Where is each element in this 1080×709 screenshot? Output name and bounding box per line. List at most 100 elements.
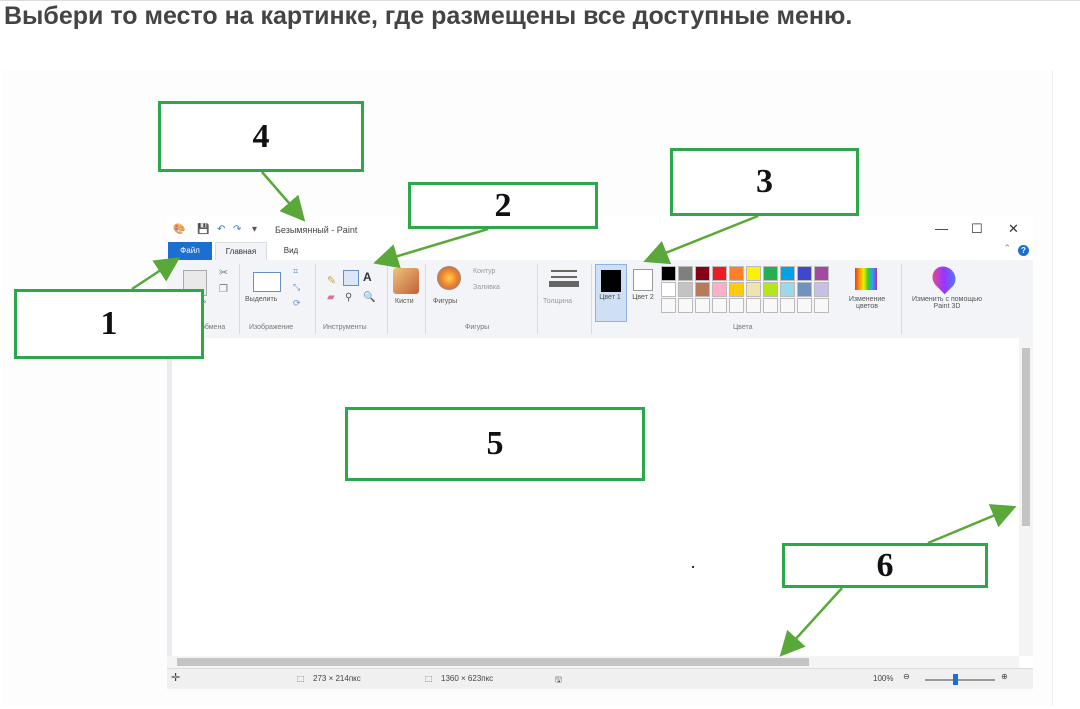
palette-swatch[interactable]: [661, 282, 676, 297]
separator: [901, 264, 902, 334]
palette-swatch[interactable]: [797, 298, 812, 313]
crop-icon[interactable]: ⌗: [293, 266, 298, 277]
color1-selector[interactable]: [595, 264, 627, 322]
palette-swatch[interactable]: [780, 282, 795, 297]
eraser-icon[interactable]: ▰: [327, 292, 335, 303]
pencil-icon[interactable]: ✎: [327, 274, 336, 287]
palette-swatch[interactable]: [695, 266, 710, 281]
text-tool-icon[interactable]: A: [363, 270, 372, 284]
color2-swatch[interactable]: [633, 269, 653, 291]
edit-colors-label[interactable]: Изменение цветов: [839, 296, 895, 310]
zoom-level: 100%: [873, 674, 894, 683]
shapes-group-label: Фигуры: [465, 324, 490, 331]
resize-icon[interactable]: ⤡: [293, 282, 300, 293]
copy-icon[interactable]: ❐: [219, 284, 228, 295]
palette-swatch[interactable]: [814, 282, 829, 297]
size-icon[interactable]: [551, 270, 577, 272]
file-size-icon: 🖫: [555, 675, 562, 684]
brushes-icon[interactable]: [393, 268, 419, 294]
shapes-label[interactable]: Фигуры: [433, 298, 457, 305]
palette-swatch[interactable]: [695, 282, 710, 297]
callout-3[interactable]: 3: [670, 148, 859, 216]
palette-swatch[interactable]: [763, 298, 778, 313]
palette-swatch[interactable]: [712, 282, 727, 297]
brushes-label[interactable]: Кисти: [395, 298, 414, 305]
edit-colors-icon[interactable]: [855, 268, 877, 290]
minimize-button[interactable]: —: [935, 221, 948, 236]
tab-file[interactable]: Файл: [168, 242, 212, 260]
horizontal-scrollbar[interactable]: [167, 656, 1019, 668]
magnifier-icon[interactable]: 🔍: [363, 292, 375, 303]
palette-swatch[interactable]: [729, 282, 744, 297]
zoom-slider[interactable]: [925, 679, 995, 681]
shapes-icon[interactable]: [437, 266, 461, 290]
top-rule: [0, 0, 1080, 1]
fill-button[interactable]: Заливка: [473, 284, 500, 291]
zoom-in-icon[interactable]: ⊕: [1001, 672, 1008, 681]
separator: [591, 264, 592, 334]
collapse-ribbon-icon[interactable]: ⌃: [1003, 243, 1011, 254]
drawing-canvas[interactable]: [167, 338, 1024, 656]
vertical-scroll-thumb[interactable]: [1022, 348, 1030, 526]
palette-swatch[interactable]: [780, 266, 795, 281]
palette-swatch[interactable]: [814, 266, 829, 281]
tools-group-label: Инструменты: [323, 324, 367, 331]
select-label[interactable]: Выделить: [245, 296, 277, 303]
palette-swatch[interactable]: [746, 282, 761, 297]
palette-swatch[interactable]: [678, 298, 693, 313]
palette-swatch[interactable]: [797, 266, 812, 281]
clipboard-group-label: обмена: [201, 324, 226, 331]
save-icon[interactable]: 💾: [197, 224, 209, 235]
select-icon[interactable]: [253, 272, 281, 292]
zoom-slider-thumb[interactable]: [953, 674, 958, 685]
callout-2[interactable]: 2: [408, 182, 598, 229]
palette-swatch[interactable]: [661, 298, 676, 313]
tab-home[interactable]: Главная: [215, 242, 267, 261]
palette-swatch[interactable]: [746, 266, 761, 281]
help-icon[interactable]: ?: [1018, 245, 1029, 256]
callout-5[interactable]: 5: [345, 407, 645, 481]
fill-bucket-icon[interactable]: [343, 270, 359, 286]
callout-4[interactable]: 4: [158, 101, 364, 172]
customize-dropdown-icon[interactable]: ▾: [252, 224, 257, 235]
maximize-button[interactable]: ☐: [971, 221, 983, 237]
palette-swatch[interactable]: [712, 298, 727, 313]
outline-button[interactable]: Контур: [473, 268, 495, 275]
zoom-out-icon[interactable]: ⊖: [903, 672, 910, 681]
canvas-dot: [692, 566, 694, 568]
color1-label: Цвет 1: [599, 294, 621, 301]
paint-app-icon: 🎨: [173, 224, 186, 235]
palette-swatch[interactable]: [678, 266, 693, 281]
horizontal-scroll-thumb[interactable]: [177, 658, 809, 666]
palette-swatch[interactable]: [814, 298, 829, 313]
close-button[interactable]: ✕: [1008, 221, 1019, 237]
palette-swatch[interactable]: [780, 298, 795, 313]
palette-swatch[interactable]: [763, 266, 778, 281]
status-bar: ✛ ⬚ 273 × 214пкс ⬚ 1360 × 623пкс 🖫 100% …: [167, 668, 1033, 689]
palette-swatch[interactable]: [763, 282, 778, 297]
paint3d-label[interactable]: Изменить с помощью Paint 3D: [905, 296, 989, 310]
rotate-icon[interactable]: ⟳: [293, 298, 301, 309]
palette-swatch[interactable]: [797, 282, 812, 297]
palette-swatch[interactable]: [678, 282, 693, 297]
palette-swatch[interactable]: [712, 266, 727, 281]
callout-6[interactable]: 6: [782, 543, 988, 588]
separator: [239, 264, 240, 334]
palette-swatch[interactable]: [729, 266, 744, 281]
palette-swatch[interactable]: [729, 298, 744, 313]
question-text: Выбери то место на картинке, где размеще…: [4, 2, 853, 30]
callout-1[interactable]: 1: [14, 289, 204, 359]
tab-view[interactable]: Вид: [271, 242, 311, 260]
redo-icon[interactable]: ↷: [233, 224, 241, 235]
palette-swatch[interactable]: [695, 298, 710, 313]
cut-icon[interactable]: ✂: [219, 266, 228, 279]
paint3d-icon[interactable]: [927, 261, 961, 295]
palette-swatch[interactable]: [746, 298, 761, 313]
undo-icon[interactable]: ↶: [217, 224, 225, 235]
color-picker-icon[interactable]: ⚲: [345, 292, 352, 303]
vertical-scrollbar[interactable]: [1019, 338, 1033, 656]
color1-swatch: [601, 270, 621, 292]
palette-swatch[interactable]: [661, 266, 676, 281]
size-label[interactable]: Толщина: [543, 298, 572, 305]
canvas-size: 1360 × 623пкс: [441, 674, 494, 683]
